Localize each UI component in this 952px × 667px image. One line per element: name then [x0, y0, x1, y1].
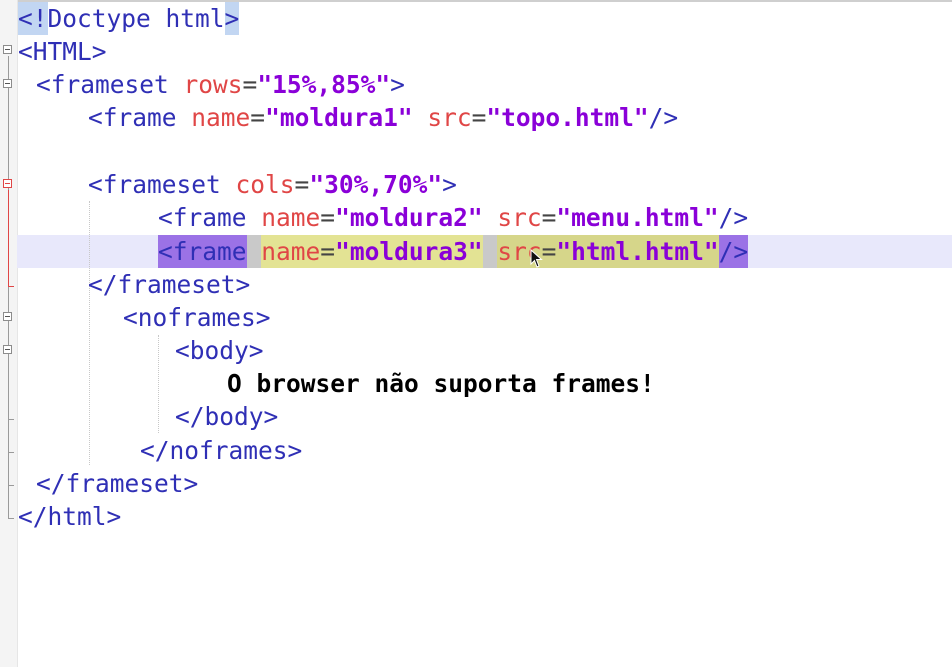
code-line-14[interactable]: </noframes>	[140, 434, 302, 467]
html-close-tag: </html>	[18, 502, 122, 531]
equals-sign: =	[320, 235, 336, 268]
mouse-cursor-icon	[530, 249, 543, 268]
fold-end-tick	[8, 286, 14, 287]
attribute-value: "moldura3"	[335, 235, 483, 268]
tag-close: >	[390, 70, 405, 99]
fold-spine-active	[8, 190, 9, 287]
tag-name: <frameset	[88, 170, 221, 199]
code-line-15[interactable]: </frameset>	[36, 467, 198, 500]
doctype-close: >	[224, 2, 240, 35]
fold-minus-icon[interactable]	[3, 312, 12, 321]
html-open-tag: <HTML>	[18, 37, 107, 66]
indent-guide	[158, 335, 159, 433]
equals-sign: =	[541, 203, 557, 232]
code-line-8-selected[interactable]: <frame name="moldura3" src="html.html"/>	[158, 235, 749, 268]
attribute-value: "30%,70%"	[309, 170, 443, 199]
indent-guide	[89, 201, 90, 465]
tag-name-selected: <frame	[158, 235, 247, 268]
body-open-tag: <body>	[175, 336, 264, 365]
doctype-text: Doctype html	[47, 4, 225, 33]
code-line-10[interactable]: <noframes>	[123, 301, 271, 334]
code-line-7[interactable]: <frame name="moldura2" src="menu.html"/>	[158, 201, 748, 234]
equals-sign: =	[242, 70, 258, 99]
attribute-name: src	[427, 103, 472, 132]
selection-gap	[246, 235, 262, 268]
noframes-close-tag: </noframes>	[140, 436, 303, 465]
equals-sign: =	[320, 203, 336, 232]
attribute-name: name	[261, 235, 321, 268]
tag-close: >	[442, 170, 457, 199]
tag-name: <frame	[88, 103, 177, 132]
tag-close: />	[648, 103, 679, 132]
fold-minus-icon[interactable]	[3, 345, 12, 354]
fold-end-tick	[8, 518, 14, 519]
fold-end-tick	[8, 485, 14, 486]
code-line-2[interactable]: <HTML>	[18, 35, 107, 68]
code-line-6[interactable]: <frameset cols="30%,70%">	[88, 168, 457, 201]
attribute-name: rows	[183, 70, 243, 99]
equals-sign: =	[294, 170, 310, 199]
code-line-4[interactable]: <frame name="moldura1" src="topo.html"/>	[88, 101, 678, 134]
fold-margin[interactable]	[0, 0, 18, 667]
attribute-value: "menu.html"	[556, 203, 719, 232]
fold-end-tick	[8, 419, 14, 420]
attribute-name: src	[497, 203, 542, 232]
code-line-11[interactable]: <body>	[175, 334, 264, 367]
attribute-value: "15%,85%"	[257, 70, 391, 99]
tag-close-selected: />	[718, 235, 749, 268]
fold-end-tick	[8, 452, 14, 453]
attribute-value: "html.html"	[556, 235, 719, 268]
attribute-name: cols	[235, 170, 295, 199]
code-line-1[interactable]: <!Doctype html>	[18, 2, 240, 35]
fold-minus-icon[interactable]	[3, 45, 12, 54]
code-line-12[interactable]: O browser não suporta frames!	[227, 367, 655, 400]
attribute-value: "moldura2"	[335, 203, 483, 232]
frameset-close-tag: </frameset>	[36, 469, 199, 498]
noframes-open-tag: <noframes>	[123, 303, 271, 332]
tag-name: <frame	[158, 203, 247, 232]
attribute-value: "moldura1"	[265, 103, 413, 132]
doctype-open: <!	[18, 2, 48, 35]
tag-name: <frameset	[36, 70, 169, 99]
selection-gap	[482, 235, 498, 268]
code-line-16[interactable]: </html>	[18, 500, 121, 533]
code-line-9[interactable]: </frameset>	[88, 268, 250, 301]
text-content: O browser não suporta frames!	[227, 369, 655, 398]
code-editor[interactable]: <!Doctype html> <HTML> <frameset rows="1…	[0, 0, 952, 667]
body-close-tag: </body>	[175, 402, 279, 431]
attribute-name: name	[191, 103, 251, 132]
fold-minus-icon[interactable]	[3, 79, 12, 88]
fold-minus-icon[interactable]	[3, 179, 12, 188]
equals-sign: =	[471, 103, 487, 132]
code-line-3[interactable]: <frameset rows="15%,85%">	[36, 68, 405, 101]
tag-close: />	[718, 203, 749, 232]
attribute-name: name	[261, 203, 321, 232]
attribute-value: "topo.html"	[486, 103, 649, 132]
equals-sign: =	[250, 103, 266, 132]
fold-spine	[8, 56, 9, 518]
code-line-13[interactable]: </body>	[175, 400, 278, 433]
frameset-close-tag: </frameset>	[88, 270, 251, 299]
